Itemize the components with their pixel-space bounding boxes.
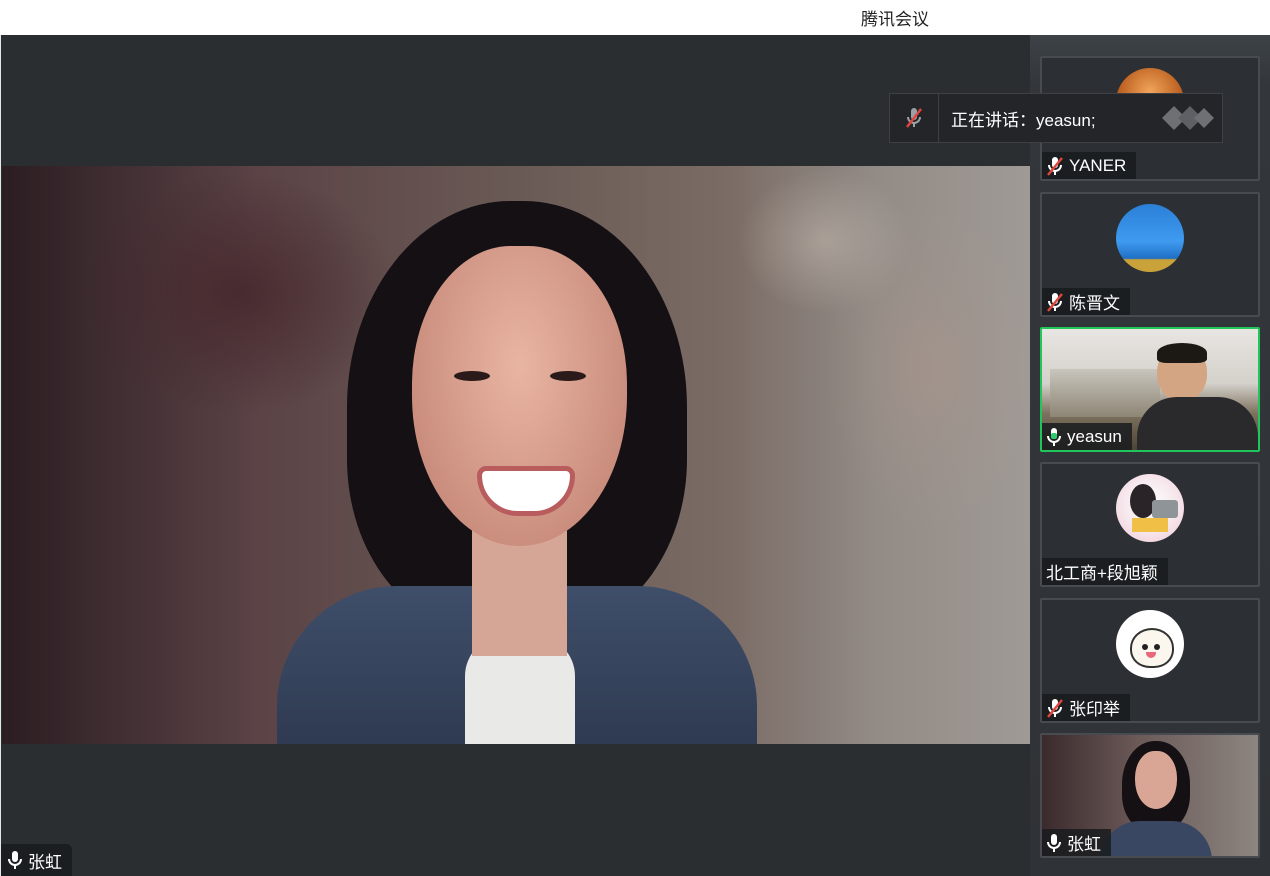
participant-name: yeasun xyxy=(1067,426,1122,446)
blue-sky-photo-icon xyxy=(1116,204,1184,272)
participant-tile-yeasun[interactable]: yeasun xyxy=(1040,327,1260,452)
participant-tile-duanxuying[interactable]: 北工商+段旭颖 xyxy=(1040,462,1260,587)
participant-name: 陈晋文 xyxy=(1069,294,1120,313)
mic-muted-icon xyxy=(1047,292,1063,312)
participant-name: YANER xyxy=(1069,155,1127,175)
participant-name-tag: 张虹 xyxy=(1042,829,1111,856)
participant-name-tag: 陈晋文 xyxy=(1042,288,1130,315)
microphone-icon xyxy=(1047,833,1061,852)
participant-name-tag: 张印举 xyxy=(1042,694,1130,721)
main-speaker-video[interactable] xyxy=(2,166,1031,744)
mic-muted-icon xyxy=(1047,156,1063,176)
banner-mic-area xyxy=(890,94,939,142)
microphone-icon xyxy=(8,851,22,869)
participant-name-tag: yeasun xyxy=(1042,423,1132,450)
cartoon-bun-icon xyxy=(1116,610,1184,678)
participant-tile-zhangyinju[interactable]: 张印举 xyxy=(1040,598,1260,723)
mic-muted-icon xyxy=(1047,698,1063,718)
mic-speaking-icon xyxy=(1047,427,1061,446)
now-speaking-label: 正在讲话：yeasun; xyxy=(951,110,1096,130)
participant-name: 张印举 xyxy=(1069,700,1120,719)
participant-tile-zhanghong[interactable]: 张虹 xyxy=(1040,733,1260,858)
cartoon-girl-laptop-icon xyxy=(1116,474,1184,542)
participant-tile-chenjinwen[interactable]: 陈晋文 xyxy=(1040,192,1260,317)
mic-muted-icon[interactable] xyxy=(904,107,924,129)
now-speaking-banner: 正在讲话：yeasun; xyxy=(889,93,1223,143)
participant-name: 北工商+段旭颖 xyxy=(1046,564,1158,583)
tencent-meeting-logo-icon xyxy=(1162,106,1214,130)
participant-name: 张虹 xyxy=(1067,835,1101,854)
main-speaker-name: 张虹 xyxy=(28,852,62,872)
window-titlebar: 腾讯会议 xyxy=(0,0,1270,36)
main-speaker-name-tag: 张虹 xyxy=(1,844,72,876)
window-title: 腾讯会议 xyxy=(861,10,929,29)
participant-sidebar[interactable]: YANER 陈晋文 yeasun 北工商+段旭颖 张印举 张虹 xyxy=(1030,35,1270,876)
participant-name-tag: YANER xyxy=(1042,152,1137,179)
main-video-area[interactable]: 张虹 xyxy=(0,35,1031,876)
participant-name-tag: 北工商+段旭颖 xyxy=(1042,558,1168,585)
speaker-figure xyxy=(237,166,797,744)
